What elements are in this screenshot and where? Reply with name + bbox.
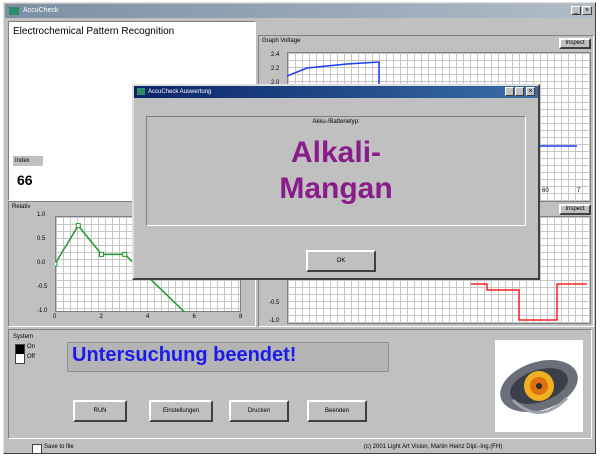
relativ-point <box>55 261 58 267</box>
relativ-xtick: 0 <box>53 314 57 320</box>
beenden-button[interactable]: Beenden <box>307 400 367 422</box>
relativ-xtick: 2 <box>99 314 103 320</box>
v-tick-top-2: 2.2 <box>271 66 280 72</box>
relativ-ytick: -0.5 <box>37 284 48 290</box>
dialog-titlebar[interactable]: AccuCheck Auswertung × <box>134 86 538 98</box>
system-toggle[interactable] <box>15 344 25 364</box>
relativ-xtick: 4 <box>146 314 150 320</box>
einstellungen-button[interactable]: Einstellungen <box>149 400 213 422</box>
system-label: System <box>13 334 34 340</box>
relativ-ytick: 0.0 <box>37 260 46 266</box>
dialog-app-icon <box>137 88 145 95</box>
status-text: Untersuchung beendet! <box>72 344 297 366</box>
result-dialog: AccuCheck Auswertung × Akku-/Batterietyp… <box>132 84 540 280</box>
relativ-point <box>75 223 81 229</box>
v-tick-top-1: 2.4 <box>271 52 280 58</box>
dialog-close-button[interactable]: × <box>526 87 535 96</box>
control-panel: System On Off Untersuchung beendet! RUN … <box>8 329 592 439</box>
drucken-button[interactable]: Drucken <box>229 400 289 422</box>
relativ-point <box>122 251 128 257</box>
relativ-ytick: 1.0 <box>37 212 46 218</box>
app-heading: Electrochemical Pattern Recognition <box>13 26 175 37</box>
dialog-groupbox: Akku-/Batterietyp: Alkali- Mangan <box>146 116 526 226</box>
graph-voltage-label: Graph Voltage <box>262 38 301 44</box>
ok-button[interactable]: OK <box>306 250 376 272</box>
relativ-xtick: 8 <box>239 314 243 320</box>
battery-type-label: Akku-/Batterietyp: <box>312 119 360 125</box>
result-line2: Mangan <box>279 172 393 205</box>
inspect-bottom-button[interactable]: Inspect <box>559 204 591 215</box>
save-checkbox[interactable] <box>32 444 42 454</box>
relativ-ytick: -1.0 <box>37 308 48 314</box>
result-line1: Alkali- <box>290 136 382 169</box>
app-icon <box>9 7 19 15</box>
relativ-label: Relativ <box>12 204 31 210</box>
close-button[interactable]: × <box>582 6 592 15</box>
off-label: Off <box>27 354 35 360</box>
relativ-point <box>99 251 104 257</box>
on-label: On <box>27 344 36 350</box>
v-tick-bot-1: -0.5 <box>269 300 280 306</box>
run-button[interactable]: RUN <box>73 400 127 422</box>
inspect-top-button[interactable]: Inspect <box>559 38 591 49</box>
dialog-title: AccuCheck Auswertung <box>148 89 212 95</box>
copyright-text: (c) 2001 Light Art Vision, Martin Heinz … <box>364 444 503 450</box>
status-box: Untersuchung beendet! <box>67 342 389 372</box>
relativ-xtick: 6 <box>192 314 196 320</box>
index-label: Index <box>13 156 43 166</box>
index-value: 66 <box>17 172 33 188</box>
title-bar[interactable]: AccuCheck _ × <box>5 4 594 18</box>
voltage-series-bottom <box>471 283 587 321</box>
relativ-ytick: 0.5 <box>37 236 46 242</box>
dialog-minimize-button[interactable] <box>505 87 514 96</box>
window-title: AccuCheck <box>23 7 59 14</box>
save-label: Save to file <box>44 444 74 450</box>
v-tick-bot-2: -1.0 <box>269 318 280 324</box>
logo <box>495 340 583 432</box>
minimize-button[interactable]: _ <box>571 6 581 15</box>
dialog-maximize-button[interactable] <box>515 87 524 96</box>
